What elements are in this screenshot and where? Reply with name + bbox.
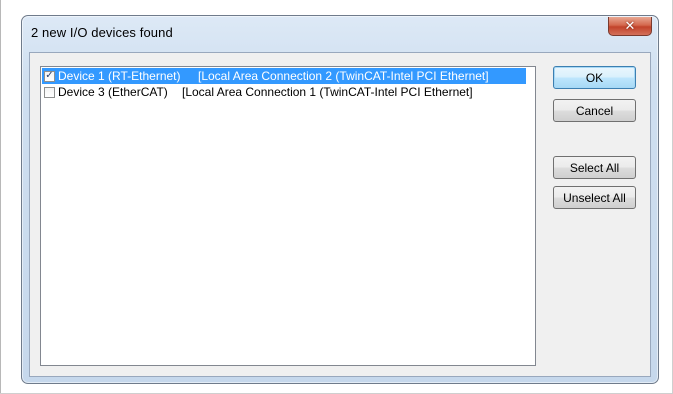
device-connection: [Local Area Connection 2 (TwinCAT-Intel … [198, 69, 489, 83]
close-icon: ✕ [624, 18, 636, 34]
device-name: Device 1 (RT-Ethernet) [58, 69, 181, 83]
device-list[interactable]: ✓ Device 1 (RT-Ethernet) [Local Area Con… [40, 66, 536, 366]
dialog-window: 2 new I/O devices found ✕ ✓ Device 1 (RT… [21, 15, 659, 384]
ok-button[interactable]: OK [553, 66, 636, 89]
device-name: Device 3 (EtherCAT) [58, 85, 168, 99]
unselect-all-button[interactable]: Unselect All [553, 186, 636, 209]
list-item-device-1[interactable]: ✓ Device 1 (RT-Ethernet) [Local Area Con… [42, 68, 526, 84]
checkbox-device-3[interactable] [44, 86, 55, 98]
dialog-body: ✓ Device 1 (RT-Ethernet) [Local Area Con… [29, 52, 651, 377]
list-item-device-3[interactable]: Device 3 (EtherCAT) [Local Area Connecti… [42, 84, 473, 100]
cancel-button[interactable]: Cancel [553, 99, 636, 122]
checkbox-device-1[interactable]: ✓ [44, 70, 55, 82]
screen: 2 new I/O devices found ✕ ✓ Device 1 (RT… [0, 0, 673, 394]
dialog-title: 2 new I/O devices found [31, 25, 173, 40]
check-icon: ✓ [45, 70, 54, 81]
frame-border [0, 0, 1, 394]
select-all-button[interactable]: Select All [553, 156, 636, 179]
device-connection: [Local Area Connection 1 (TwinCAT-Intel … [182, 85, 473, 99]
close-button[interactable]: ✕ [608, 17, 652, 36]
